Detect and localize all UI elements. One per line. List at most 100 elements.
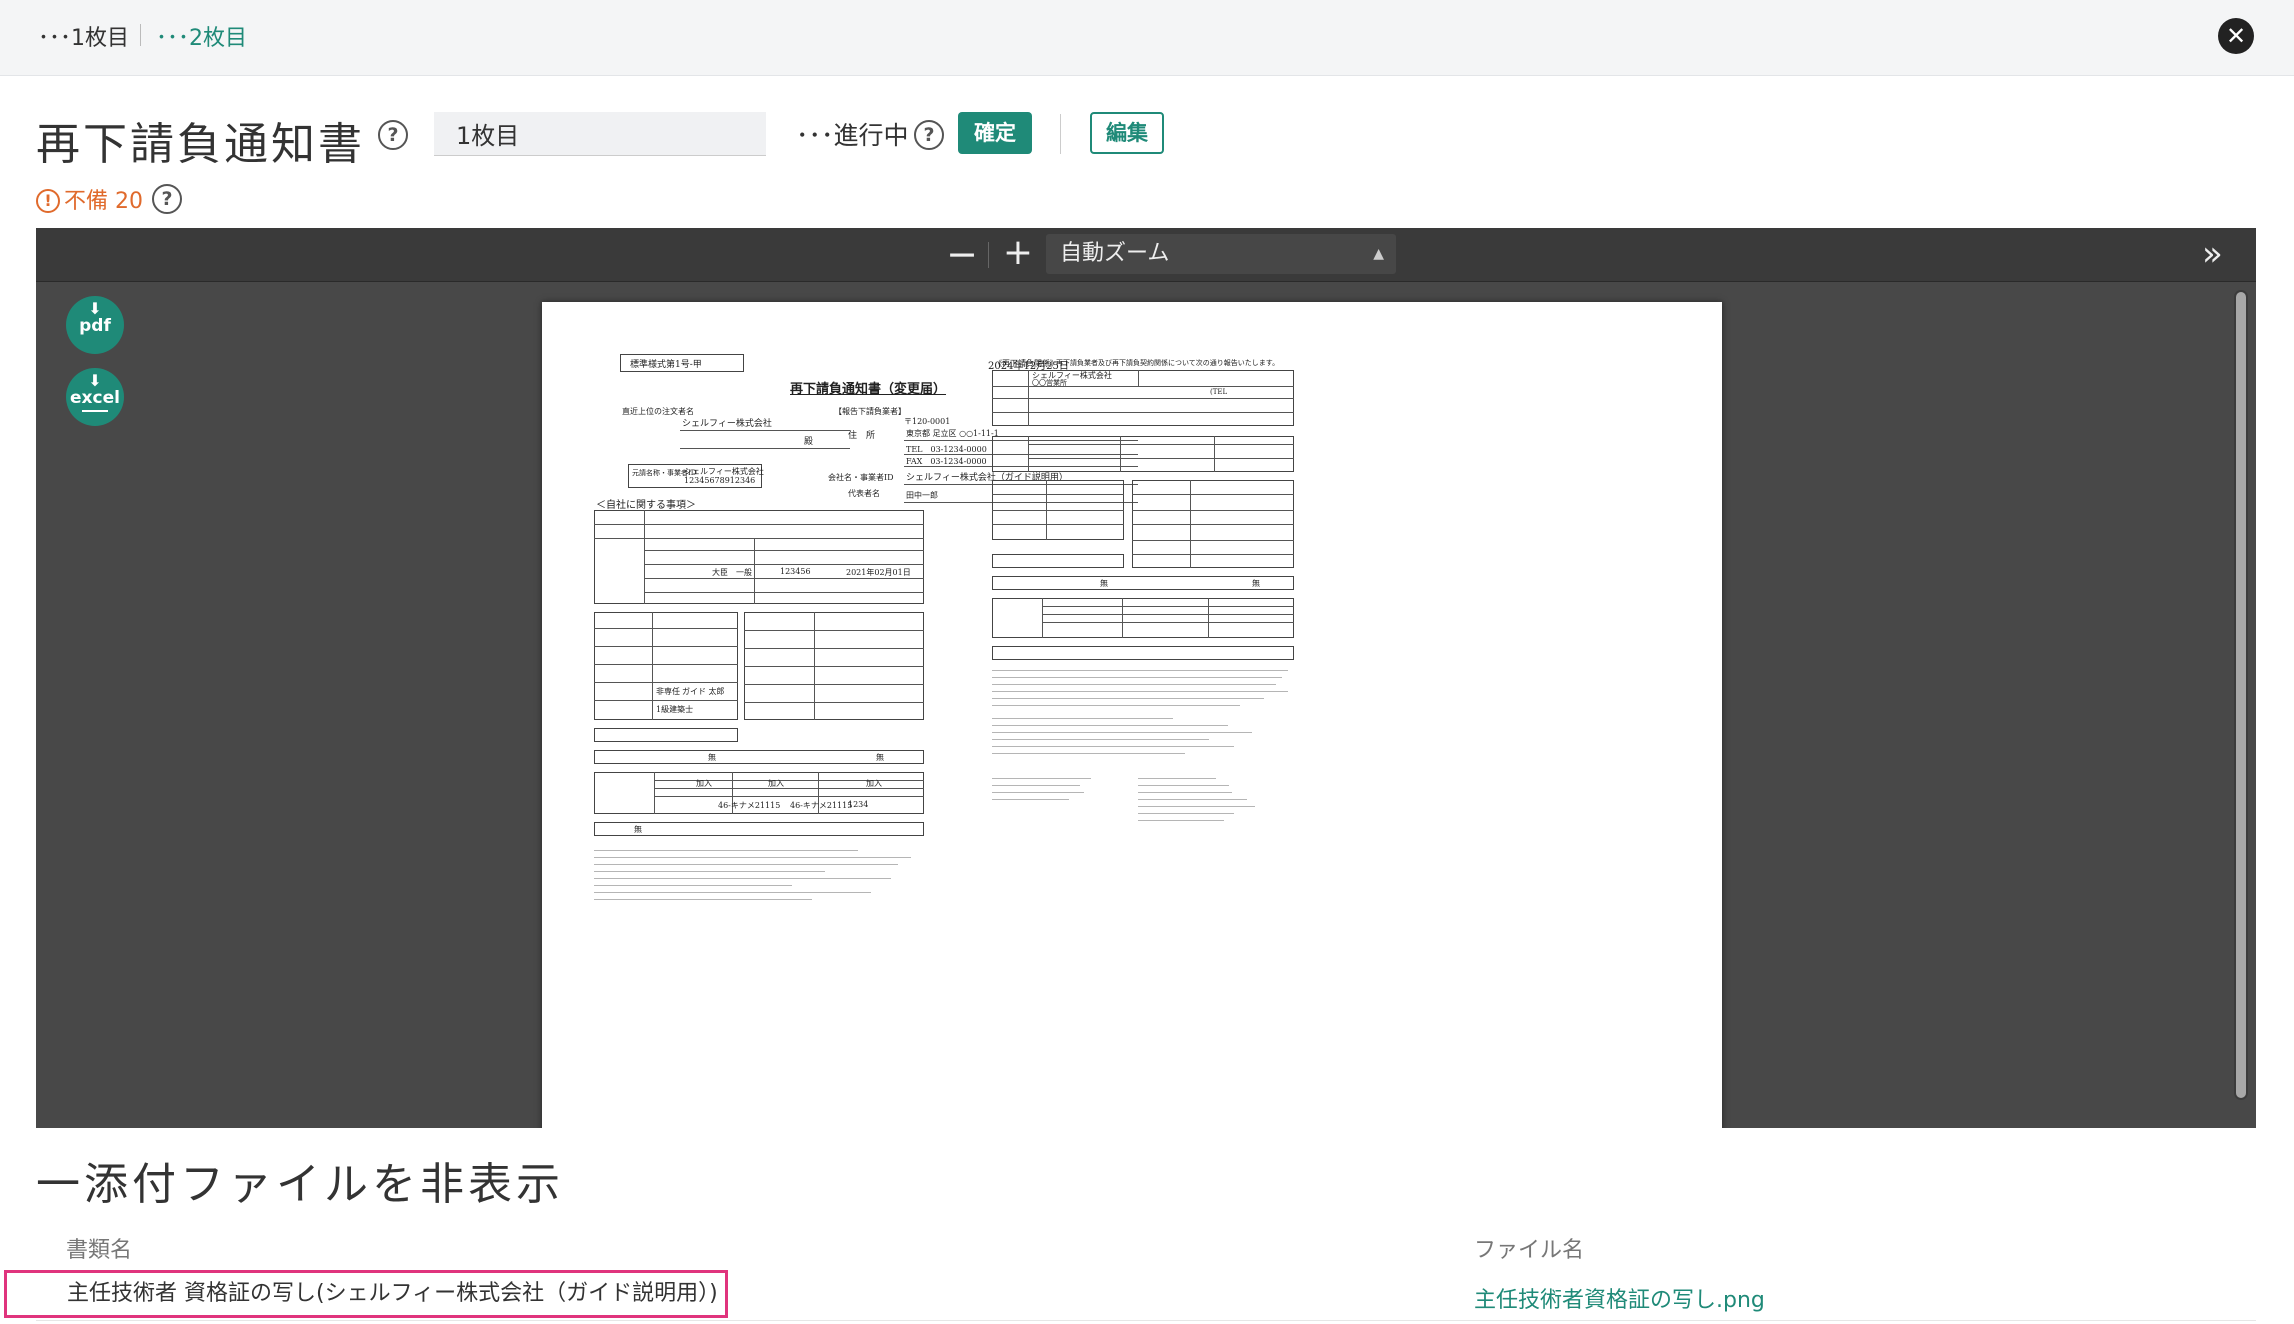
trainee-none: 無: [876, 753, 884, 762]
rule: [1138, 370, 1139, 386]
right-labor-box: [992, 646, 1294, 660]
company-id-label: 会社名・事業者ID: [828, 473, 894, 482]
right-office: 〇〇営業所: [1032, 379, 1067, 387]
excel-download-icon[interactable]: ⬇ excel: [66, 368, 124, 426]
right-tel: (TEL: [1210, 388, 1228, 396]
status-help-icon[interactable]: ?: [914, 120, 944, 150]
defect-count-label: 不備 20: [64, 189, 143, 214]
rule: [594, 628, 738, 629]
rule: [680, 430, 850, 431]
rule: [644, 550, 924, 551]
rule: [644, 564, 924, 565]
rule: [992, 398, 1294, 399]
excel-download-label: excel: [70, 388, 120, 408]
rule: [744, 648, 924, 649]
warning-icon: !: [36, 189, 60, 213]
rule: [1042, 598, 1043, 638]
rule: [1208, 598, 1209, 638]
document-page: 標準様式第1号-甲 2024年12月25日 再下請負通知書（変更届） 直近上位の…: [542, 302, 1722, 1128]
rule: [744, 630, 924, 631]
rule: [1132, 524, 1294, 525]
insurance-number-3: 1234: [848, 800, 869, 809]
rule: [1046, 480, 1047, 540]
viewer-scroll-thumb[interactable]: [2236, 292, 2246, 1098]
health-join: 加入: [696, 779, 712, 788]
foreign-none: 無: [708, 753, 716, 762]
prime-id: 12345678912346: [684, 476, 756, 485]
rule: [1132, 494, 1294, 495]
rule: [1132, 540, 1294, 541]
underline-bar: [82, 410, 108, 412]
rule: [1120, 436, 1121, 472]
rule: [814, 612, 815, 720]
sidebar-toggle-icon[interactable]: »: [2202, 234, 2223, 274]
rule: [1132, 554, 1294, 555]
table-row-divider: [36, 1320, 2256, 1321]
rule: [594, 700, 738, 701]
select-arrows-icon: ▲: [1373, 246, 1384, 262]
attachment-file-link[interactable]: 主任技術者資格証の写し.png: [1474, 1282, 1765, 1314]
confirm-button[interactable]: 確定: [958, 112, 1032, 154]
close-icon[interactable]: ✕: [2218, 18, 2254, 54]
download-arrow-icon: ⬇: [88, 299, 102, 318]
right-foreign-box: [992, 576, 1294, 590]
defect-count[interactable]: ! 不備 20: [36, 183, 143, 215]
rule: [1042, 606, 1294, 607]
rule: [680, 448, 850, 449]
breadcrumb-sheet-1[interactable]: ･･･1枚目: [38, 20, 129, 52]
pdf-download-label: pdf: [79, 316, 111, 336]
zoom-in-button[interactable]: +: [1000, 232, 1036, 273]
pdf-download-icon[interactable]: ⬇ pdf: [66, 296, 124, 354]
help-icon[interactable]: ?: [378, 120, 408, 150]
address: 東京都 足立区 ○○1-11-1: [906, 429, 999, 438]
download-arrow-icon: ⬇: [88, 371, 102, 390]
rule: [744, 684, 924, 685]
address-label: 住 所: [848, 431, 876, 441]
client-name: シェルフィー株式会社: [682, 419, 772, 429]
license-number: 123456: [780, 567, 811, 576]
rule: [1122, 598, 1123, 638]
license-date: 2021年02月01日: [846, 568, 911, 577]
sheet-name-input[interactable]: [434, 112, 766, 156]
insurance-number-1: 46-キナメ21115: [718, 801, 781, 810]
pension-join: 加入: [768, 779, 784, 788]
right-notes-text: [992, 718, 1294, 760]
rule: [594, 646, 738, 647]
rule: [992, 510, 1124, 511]
rule: [1190, 480, 1191, 568]
rule: [992, 524, 1124, 525]
right-license-table: [992, 436, 1294, 472]
right-foreign-none: 無: [1100, 579, 1108, 588]
labor-insurance-box: [594, 822, 924, 836]
attachment-document-name: 主任技術者 資格証の写し(シェルフィー株式会社（ガイド説明用）): [4, 1270, 728, 1318]
rule: [594, 664, 738, 665]
column-header-file: ファイル名: [1474, 1238, 1585, 1263]
edit-button[interactable]: 編集: [1090, 112, 1164, 154]
right-list-text-2: [1138, 778, 1268, 827]
doc-title: 再下請負通知書（変更届）: [790, 382, 947, 397]
viewer-toolbar: − + 自動ズーム ▲ »: [36, 228, 2256, 282]
rule: [744, 702, 924, 703]
attachments-toggle[interactable]: 一添付ファイルを非表示: [36, 1148, 564, 1212]
breadcrumb-sheet-2[interactable]: ･･･2枚目: [156, 20, 247, 52]
engineer-type: 非専任: [656, 687, 680, 696]
rule: [644, 578, 924, 579]
right-title: 《再下請負関係》: [994, 359, 1058, 368]
rule: [594, 682, 738, 683]
rule: [744, 666, 924, 667]
foreign-worker-box: [594, 750, 924, 764]
rule: [1132, 510, 1294, 511]
rule: [1042, 622, 1294, 623]
rule: [992, 494, 1124, 495]
footnote-text: [594, 850, 924, 906]
defect-help-icon[interactable]: ?: [152, 184, 182, 214]
rule: [652, 612, 653, 720]
own-section-heading: ＜自社に関する事項＞: [596, 500, 696, 511]
header-divider: [1060, 114, 1061, 154]
zoom-select[interactable]: 自動ズーム ▲: [1046, 234, 1396, 274]
zoom-out-button[interactable]: −: [944, 232, 980, 276]
rule: [754, 538, 755, 604]
top-bar: ･･･1枚目 ･･･2枚目 ✕: [0, 0, 2294, 76]
right-trainee-none: 無: [1252, 579, 1260, 588]
license-type: 大臣 一般: [712, 568, 752, 577]
